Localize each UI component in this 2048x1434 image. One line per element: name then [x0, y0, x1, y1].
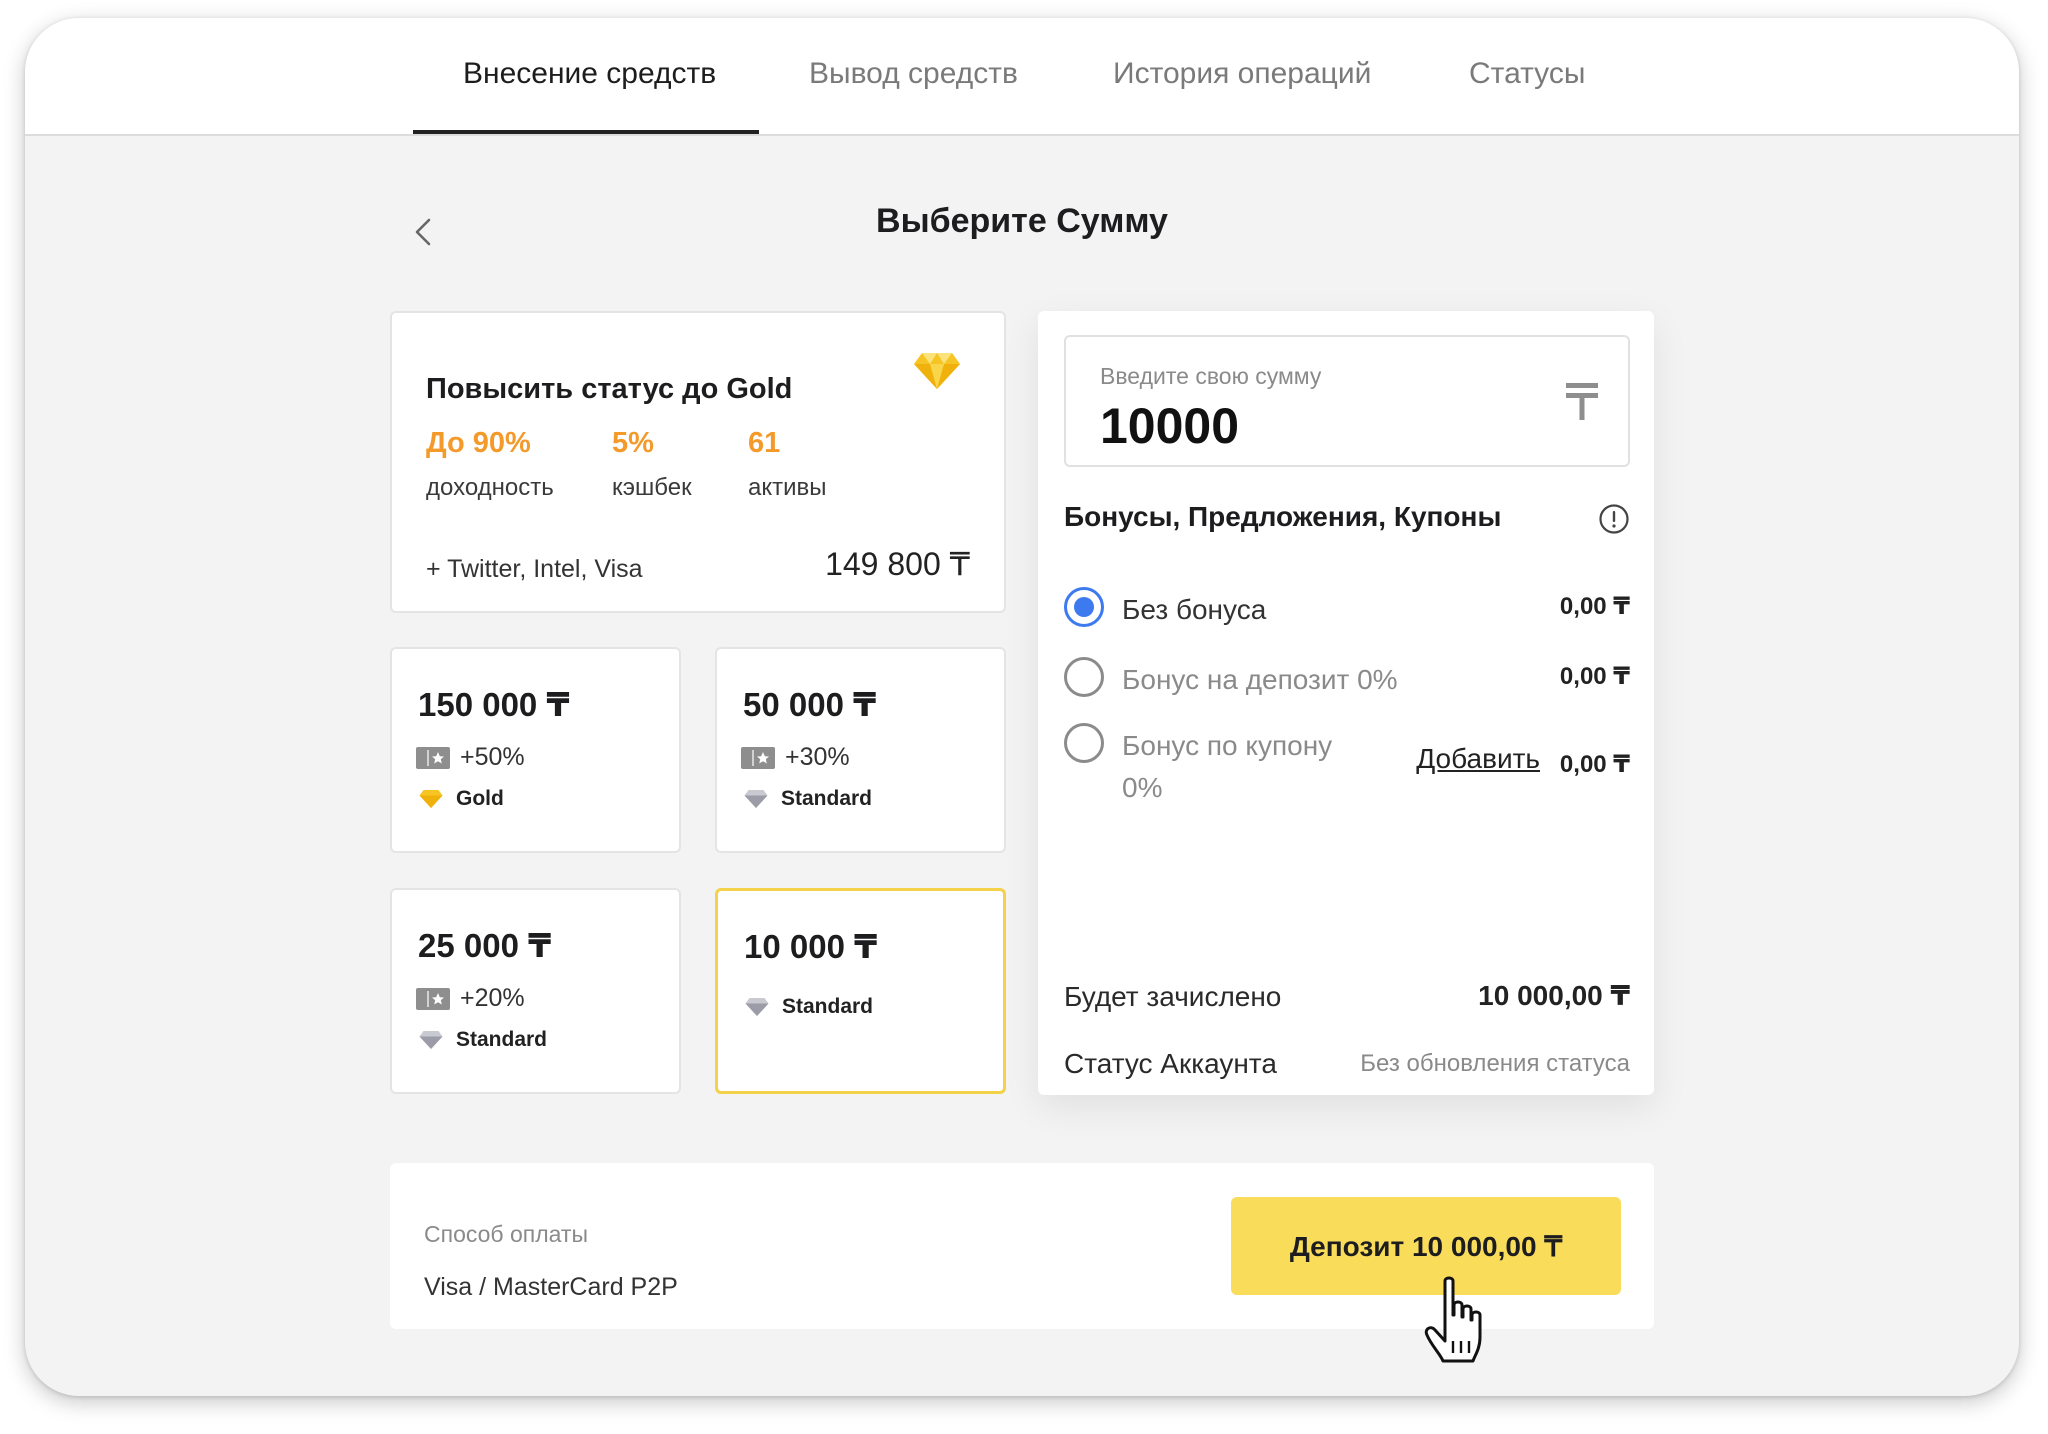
bonus-percent: +50%: [460, 743, 525, 771]
radio-button[interactable]: [1064, 587, 1104, 627]
stat-value: До 90%: [426, 427, 531, 459]
bonus-option-coupon[interactable]: Бонус по купону 0% Добавить 0,00 ₸: [1064, 723, 1630, 813]
amount-input-value[interactable]: 10000: [1100, 397, 1239, 455]
info-icon[interactable]: [1598, 503, 1630, 540]
tab-deposit[interactable]: Внесение средств: [463, 56, 716, 116]
tier-label: Standard: [781, 787, 873, 810]
bonus-percent: +20%: [460, 984, 525, 1012]
amount-value: 25 000 ₸: [418, 927, 552, 964]
tab-withdraw[interactable]: Вывод средств: [809, 56, 1018, 116]
bonus-option-value: 0,00 ₸: [1559, 663, 1630, 690]
coupon-ticket-icon: [416, 746, 450, 769]
page-title: Выберите Сумму: [876, 202, 1168, 240]
bonus-option-label: Бонус на депозит 0%: [1122, 664, 1398, 695]
amount-bonus: +30%: [741, 743, 850, 772]
amount-value: 150 000 ₸: [418, 686, 570, 723]
top-tab-bar: Внесение средств Вывод средств История о…: [25, 18, 2019, 136]
silver-diamond-icon: [419, 1031, 443, 1049]
hand-pointer-cursor-icon: [1423, 1275, 1495, 1374]
upgrade-price: 149 800 ₸: [825, 546, 970, 582]
amount-tier: Gold: [418, 787, 504, 811]
coupon-ticket-icon: [416, 987, 450, 1010]
tier-label: Gold: [456, 787, 504, 810]
tab-statuses[interactable]: Статусы: [1469, 56, 1585, 116]
amount-option-150000[interactable]: 150 000 ₸ +50% Gold: [390, 647, 681, 853]
amount-input-placeholder: Введите свою сумму: [1100, 363, 1322, 389]
amount-tier: Standard: [418, 1028, 547, 1052]
tab-history[interactable]: История операций: [1113, 56, 1371, 116]
amount-value: 10 000 ₸: [744, 928, 878, 965]
bonus-option-label: Бонус по купону 0%: [1122, 725, 1332, 809]
amount-bonus: +50%: [416, 743, 525, 772]
active-tab-underline: [413, 130, 759, 134]
stat-yield: До 90% доходность: [426, 427, 554, 502]
gold-diamond-icon: [419, 790, 443, 808]
coupon-ticket-icon: [741, 746, 775, 769]
coupon-label-line2: 0%: [1122, 772, 1163, 803]
amount-option-10000[interactable]: 10 000 ₸ Standard: [715, 888, 1006, 1094]
stat-value: 5%: [612, 427, 654, 459]
stat-label: кэшбек: [612, 474, 692, 501]
silver-diamond-icon: [745, 998, 769, 1016]
stat-value: 61: [748, 427, 781, 459]
amount-input[interactable]: Введите свою сумму 10000: [1064, 335, 1630, 467]
amount-tier: Standard: [744, 995, 873, 1019]
credited-value: 10 000,00 ₸: [1478, 980, 1630, 1011]
amount-value: 50 000 ₸: [743, 686, 877, 723]
payment-method-value[interactable]: Visa / MasterCard P2P: [424, 1273, 678, 1302]
stat-assets: 61 активы: [748, 427, 827, 502]
tier-label: Standard: [782, 995, 874, 1018]
amount-bonus: +20%: [416, 984, 525, 1013]
credited-label: Будет зачислено: [1064, 981, 1282, 1012]
add-coupon-link[interactable]: Добавить: [1416, 743, 1540, 775]
bonus-option-value: 0,00 ₸: [1559, 593, 1630, 620]
silver-diamond-icon: [744, 790, 768, 808]
bonus-section-title: Бонусы, Предложения, Купоны: [1064, 501, 1502, 532]
stat-cashback: 5% кэшбек: [612, 427, 692, 502]
account-status-value: Без обновления статуса: [1360, 1050, 1630, 1077]
radio-button[interactable]: [1064, 723, 1104, 763]
bonus-percent: +30%: [785, 743, 850, 771]
amount-option-50000[interactable]: 50 000 ₸ +30% Standard: [715, 647, 1006, 853]
amount-option-25000[interactable]: 25 000 ₸ +20% Standard: [390, 888, 681, 1094]
stat-label: активы: [748, 474, 827, 501]
upgrade-status-card[interactable]: Повысить статус до Gold До 90% доходност…: [390, 311, 1006, 613]
stat-label: доходность: [426, 474, 554, 501]
tenge-currency-icon: [1566, 381, 1598, 426]
radio-button[interactable]: [1064, 657, 1104, 697]
payment-method-label: Способ оплаты: [424, 1221, 588, 1247]
upgrade-assets: + Twitter, Intel, Visa: [426, 555, 643, 583]
bonus-option-label: Без бонуса: [1122, 594, 1267, 625]
deposit-window: Внесение средств Вывод средств История о…: [25, 18, 2019, 1396]
gold-diamond-icon: [912, 351, 962, 396]
amount-tier: Standard: [743, 787, 872, 811]
upgrade-title: Повысить статус до Gold: [426, 373, 793, 405]
coupon-label-line1: Бонус по купону: [1122, 730, 1333, 761]
bonus-option-value: 0,00 ₸: [1559, 751, 1630, 778]
tier-label: Standard: [456, 1028, 548, 1051]
account-status-label: Статус Аккаунта: [1064, 1048, 1277, 1079]
deposit-details-panel: Введите свою сумму 10000 Бонусы, Предлож…: [1038, 311, 1654, 1095]
